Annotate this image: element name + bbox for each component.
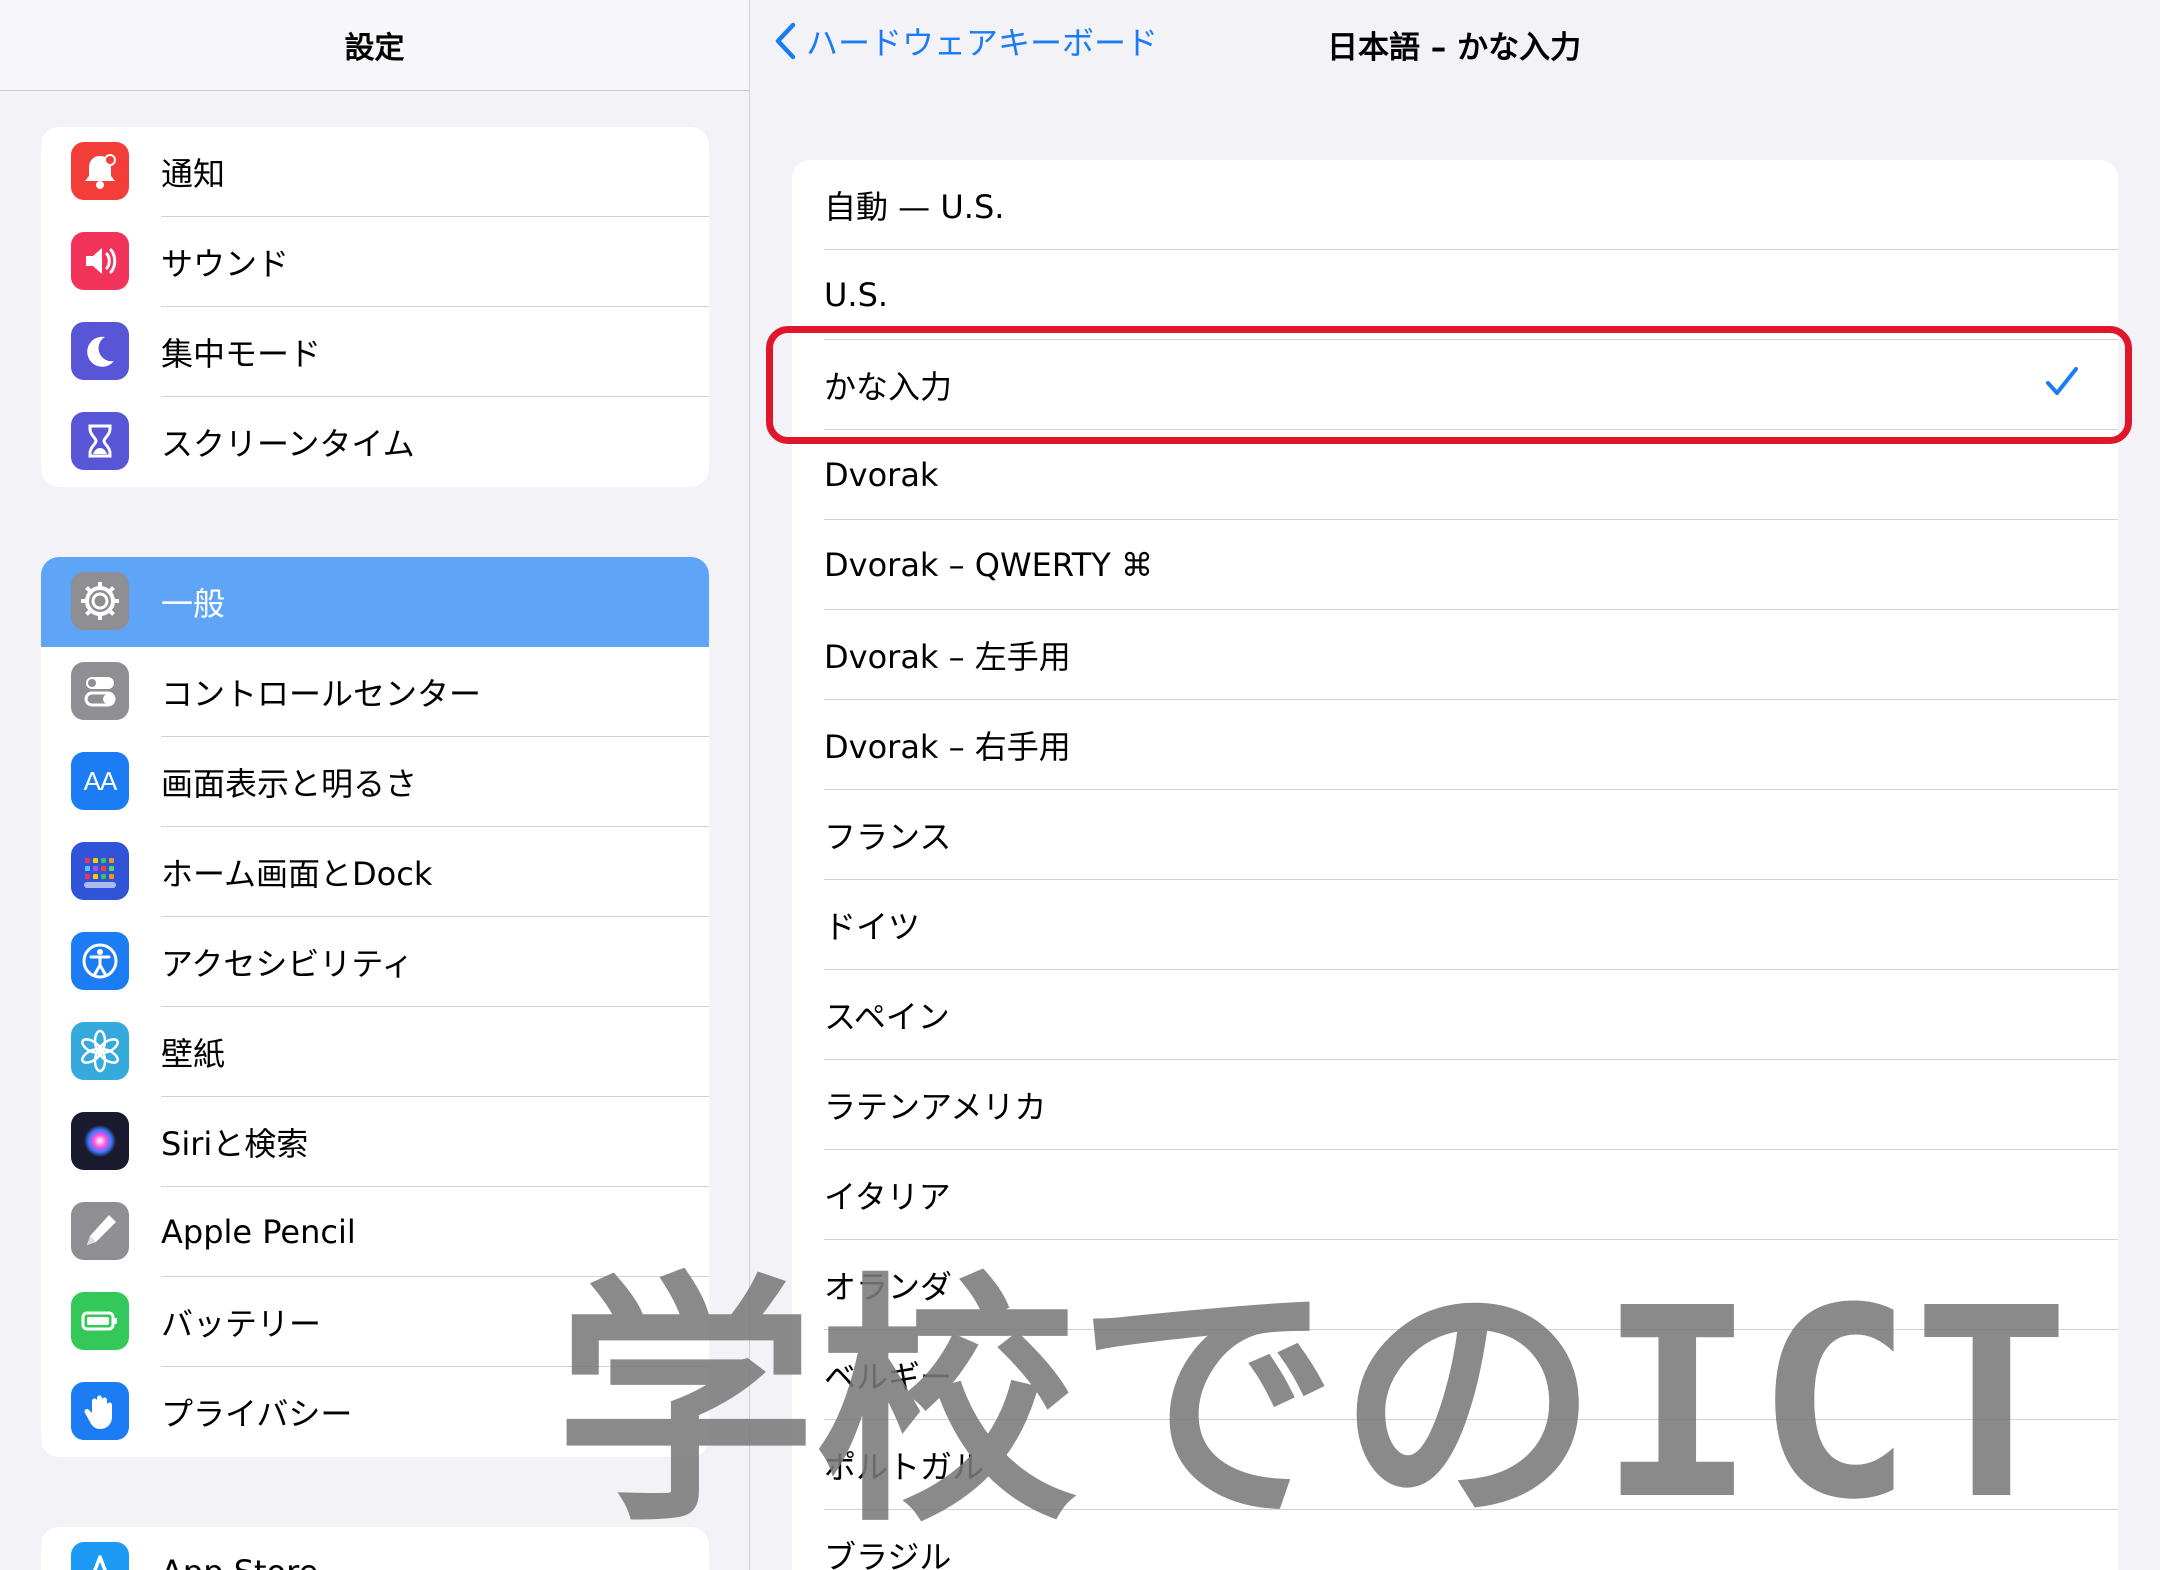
accessibility-icon — [71, 932, 129, 990]
gear-icon — [71, 572, 129, 630]
keyboard-layout-option[interactable]: Dvorak – 右手用 — [792, 700, 2118, 790]
keyboard-layout-list: 自動 — U.S. U.S. かな入力 Dvorak Dvorak – QWERTY ⌘… — [792, 160, 2118, 1570]
sidebar-item-label: 通知 — [161, 155, 226, 193]
keyboard-layout-option[interactable]: ブラジル — [792, 1510, 2118, 1570]
back-button[interactable]: ハードウェアキーボード — [774, 18, 1158, 64]
keyboard-layout-option[interactable]: スペイン — [792, 970, 2118, 1060]
sidebar-item-label: 画面表示と明るさ — [161, 765, 418, 803]
speaker-icon — [71, 232, 129, 290]
hourglass-icon — [71, 412, 129, 470]
sidebar-group-3: App Store — [41, 1527, 709, 1570]
option-label: Dvorak – 右手用 — [824, 728, 1071, 766]
sidebar-item-label: ホーム画面とDock — [161, 855, 433, 893]
pencil-icon — [71, 1202, 129, 1260]
app-store-icon — [71, 1542, 129, 1570]
sidebar-item-bell[interactable]: 通知 — [41, 127, 709, 217]
option-label: イタリア — [824, 1178, 951, 1216]
option-label: U.S. — [824, 276, 889, 314]
keyboard-layout-option[interactable]: Dvorak – 左手用 — [792, 610, 2118, 700]
option-label: かな入力 — [824, 368, 953, 406]
detail-navbar: ハードウェアキーボード 日本語 – かな入力 — [750, 0, 2160, 90]
toggles-icon — [71, 662, 129, 720]
sidebar-item-label: 一般 — [161, 585, 226, 623]
keyboard-layout-option[interactable]: ドイツ — [792, 880, 2118, 970]
sidebar-item-text-size[interactable]: AA 画面表示と明るさ — [41, 737, 709, 827]
sidebar-item-label: バッテリー — [161, 1305, 322, 1343]
option-label: Dvorak – 左手用 — [824, 638, 1071, 676]
keyboard-layout-option[interactable]: フランス — [792, 790, 2118, 880]
sidebar-item-label: 集中モード — [161, 335, 322, 373]
keyboard-layout-option[interactable]: かな入力 — [792, 340, 2118, 430]
option-label: ドイツ — [824, 908, 921, 946]
sidebar-item-hand[interactable]: プライバシー — [41, 1367, 709, 1457]
sidebar-item-label: アクセシビリティ — [161, 945, 414, 983]
keyboard-layout-option[interactable]: ベルギー — [792, 1330, 2118, 1420]
home-grid-icon — [71, 842, 129, 900]
keyboard-layout-option[interactable]: イタリア — [792, 1150, 2118, 1240]
keyboard-layout-option[interactable]: オランダ — [792, 1240, 2118, 1330]
bell-icon — [71, 142, 129, 200]
keyboard-layout-option[interactable]: U.S. — [792, 250, 2118, 340]
option-label: フランス — [824, 818, 952, 856]
sidebar-item-label: コントロールセンター — [161, 675, 482, 713]
option-label: オランダ — [824, 1268, 953, 1306]
keyboard-layout-option[interactable]: 自動 — U.S. — [792, 160, 2118, 250]
sidebar-item-accessibility[interactable]: アクセシビリティ — [41, 917, 709, 1007]
siri-icon — [71, 1112, 129, 1170]
sidebar-item-label: プライバシー — [161, 1395, 353, 1433]
sidebar-item-app-store[interactable]: App Store — [41, 1527, 709, 1570]
sidebar-item-battery[interactable]: バッテリー — [41, 1277, 709, 1367]
sidebar-group-1: 通知サウンド集中モードスクリーンタイム — [41, 127, 709, 487]
sidebar-item-label: スクリーンタイム — [161, 425, 415, 463]
sidebar-item-speaker[interactable]: サウンド — [41, 217, 709, 307]
option-label: ポルトガル — [824, 1448, 985, 1486]
option-label: ベルギー — [824, 1358, 953, 1396]
page-title: 日本語 – かな入力 — [1327, 30, 1582, 66]
sidebar-item-label: サウンド — [161, 245, 290, 283]
sidebar-item-label: Siriと検索 — [161, 1125, 309, 1163]
sidebar-item-gear[interactable]: 一般 — [41, 557, 709, 647]
sidebar-item-label: Apple Pencil — [161, 1213, 356, 1251]
hand-icon — [71, 1382, 129, 1440]
option-label: 自動 — U.S. — [824, 188, 1005, 226]
battery-icon — [71, 1292, 129, 1350]
sidebar-item-label: 壁紙 — [161, 1035, 226, 1073]
sidebar-header: 設定 — [0, 0, 749, 91]
flower-icon — [71, 1022, 129, 1080]
checkmark-icon — [2044, 364, 2080, 404]
option-label: スペイン — [824, 998, 950, 1036]
sidebar-item-flower[interactable]: 壁紙 — [41, 1007, 709, 1097]
sidebar-item-toggles[interactable]: コントロールセンター — [41, 647, 709, 737]
keyboard-layout-option[interactable]: ラテンアメリカ — [792, 1060, 2118, 1150]
settings-sidebar: 設定 通知サウンド集中モードスクリーンタイム 一般コントロールセンター AA 画面表示… — [0, 0, 750, 1570]
sidebar-item-pencil[interactable]: Apple Pencil — [41, 1187, 709, 1277]
moon-icon — [71, 322, 129, 380]
sidebar-title: 設定 — [344, 31, 405, 66]
back-button-label: ハードウェアキーボード — [806, 24, 1159, 62]
option-label: Dvorak – QWERTY ⌘ — [824, 546, 1154, 584]
option-label: ブラジル — [824, 1538, 952, 1570]
keyboard-layout-option[interactable]: Dvorak – QWERTY ⌘ — [792, 520, 2118, 610]
chevron-left-icon — [775, 22, 796, 60]
sidebar-item-home-grid[interactable]: ホーム画面とDock — [41, 827, 709, 917]
sidebar-item-hourglass[interactable]: スクリーンタイム — [41, 397, 709, 487]
text-size-icon: AA — [71, 752, 129, 810]
sidebar-item-siri[interactable]: Siriと検索 — [41, 1097, 709, 1187]
option-label: ラテンアメリカ — [824, 1088, 1047, 1126]
sidebar-item-label: App Store — [161, 1553, 318, 1570]
option-label: Dvorak — [824, 456, 939, 494]
sidebar-group-2: 一般コントロールセンター AA 画面表示と明るさ ホーム画面とDock アクセシビリティ… — [41, 557, 709, 1457]
keyboard-layout-option[interactable]: Dvorak — [792, 430, 2118, 520]
detail-pane: ハードウェアキーボード 日本語 – かな入力 自動 — U.S. U.S. かな入力… — [750, 0, 2160, 1570]
sidebar-item-moon[interactable]: 集中モード — [41, 307, 709, 397]
keyboard-layout-option[interactable]: ポルトガル — [792, 1420, 2118, 1510]
